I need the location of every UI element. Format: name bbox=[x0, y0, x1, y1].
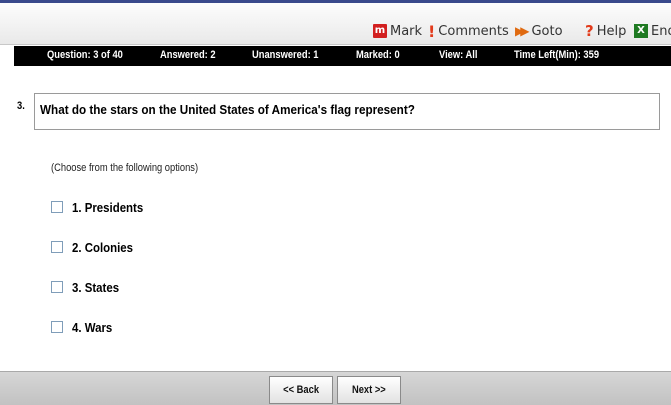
end-label: End bbox=[651, 23, 671, 39]
question-counter: Question: 3 of 40 bbox=[47, 49, 123, 61]
goto-button[interactable]: ▶▶ Goto bbox=[515, 21, 563, 41]
answered-count: Answered: 2 bbox=[160, 49, 216, 61]
next-label: Next >> bbox=[352, 384, 386, 396]
marked-count: Marked: 0 bbox=[356, 49, 400, 61]
end-button[interactable]: X End bbox=[634, 21, 671, 41]
option-label: 2. Colonies bbox=[72, 239, 134, 255]
next-button[interactable]: Next >> bbox=[337, 376, 401, 404]
option-checkbox[interactable] bbox=[51, 201, 63, 213]
option-checkbox[interactable] bbox=[51, 241, 63, 253]
back-label: << Back bbox=[283, 384, 319, 396]
comments-label: Comments bbox=[438, 23, 509, 39]
option-colonies[interactable]: 2. Colonies bbox=[51, 238, 141, 256]
option-checkbox[interactable] bbox=[51, 321, 63, 333]
mark-icon: m bbox=[373, 24, 387, 38]
unanswered-count: Unanswered: 1 bbox=[252, 49, 319, 61]
footer-nav: << Back Next >> bbox=[0, 371, 671, 405]
comments-button[interactable]: ! Comments bbox=[428, 21, 509, 41]
option-checkbox[interactable] bbox=[51, 281, 63, 293]
option-label: 3. States bbox=[72, 279, 120, 295]
exclamation-icon: ! bbox=[428, 21, 436, 41]
option-label: 4. Wars bbox=[72, 319, 113, 335]
help-button[interactable]: ? Help bbox=[585, 21, 626, 41]
question-box: What do the stars on the United States o… bbox=[34, 93, 660, 130]
view-filter: View: All bbox=[439, 49, 478, 61]
option-label: 1. Presidents bbox=[72, 199, 144, 215]
back-button[interactable]: << Back bbox=[269, 376, 333, 404]
goto-arrow-icon: ▶▶ bbox=[515, 24, 530, 38]
end-icon: X bbox=[634, 24, 648, 38]
time-left: Time Left(Min): 359 bbox=[514, 49, 600, 61]
option-presidents[interactable]: 1. Presidents bbox=[51, 198, 153, 216]
status-bar: Question: 3 of 40 Answered: 2 Unanswered… bbox=[14, 46, 671, 66]
goto-label: Goto bbox=[531, 23, 563, 39]
instructions-text: (Choose from the following options) bbox=[51, 162, 199, 174]
option-states[interactable]: 3. States bbox=[51, 278, 125, 296]
help-label: Help bbox=[596, 23, 627, 39]
option-wars[interactable]: 4. Wars bbox=[51, 318, 118, 336]
mark-label: Mark bbox=[390, 23, 423, 39]
mark-button[interactable]: m Mark bbox=[373, 21, 422, 41]
help-icon: ? bbox=[585, 22, 594, 40]
question-text: What do the stars on the United States o… bbox=[40, 102, 415, 117]
toolbar: m Mark ! Comments ▶▶ Goto ? Help X End bbox=[0, 3, 671, 45]
question-number: 3. bbox=[17, 100, 25, 112]
